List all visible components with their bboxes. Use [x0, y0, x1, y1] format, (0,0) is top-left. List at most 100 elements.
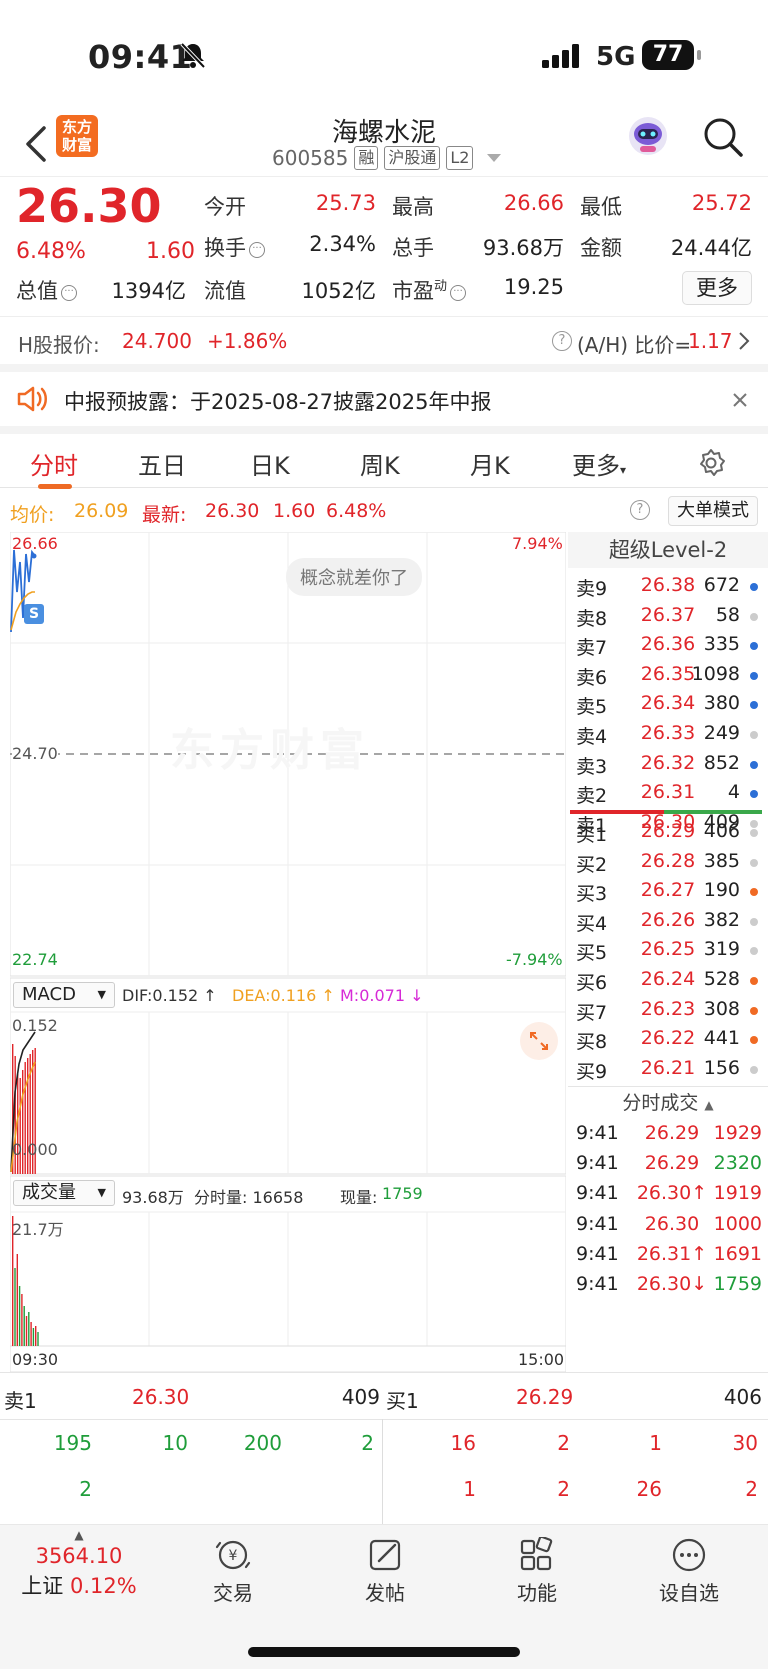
- volume-bar: [32, 1328, 35, 1346]
- value-volume: 93.68万: [482, 236, 564, 260]
- concept-badge[interactable]: 概念就差你了: [286, 558, 422, 596]
- label-float-cap: 流值: [204, 279, 246, 303]
- ask-row[interactable]: 卖4 26.33 249: [568, 722, 764, 753]
- volume-now: 1759: [382, 1184, 423, 1203]
- label-market-cap[interactable]: 总值 ···: [16, 275, 77, 305]
- speaker-icon: [17, 386, 47, 412]
- tab-more[interactable]: 更多▾: [572, 446, 626, 481]
- chevron-down-icon[interactable]: [487, 154, 502, 162]
- index-widget[interactable]: ▲ 3564.10 上证 0.12%: [0, 1529, 158, 1601]
- h-share-row[interactable]: H股报价: 24.700 +1.86% ? (A/H) 比价= 1.17: [0, 316, 768, 364]
- robot-assistant-icon[interactable]: [626, 114, 670, 158]
- bid-volume: 406: [703, 820, 740, 842]
- tick-volume: 2320: [713, 1152, 762, 1175]
- chevron-right-icon[interactable]: [738, 331, 750, 351]
- ask-price: 26.33: [640, 722, 696, 744]
- bid-row[interactable]: 买7 26.23 308: [568, 998, 764, 1029]
- volume-selector[interactable]: 成交量 ▼: [13, 1180, 115, 1206]
- gear-icon[interactable]: [696, 448, 726, 478]
- ask-row[interactable]: 卖6 26.35 1098: [568, 663, 764, 694]
- bid-price: 26.29: [640, 820, 696, 842]
- ask-row[interactable]: 卖8 26.37 58: [568, 604, 764, 635]
- latest-price: 26.30: [205, 500, 260, 522]
- bid-row[interactable]: 买2 26.28 385: [568, 850, 764, 881]
- intraday-chart[interactable]: 26.66 7.94% 24.70 22.74 -7.94% 概念就差你了 东方…: [10, 532, 566, 1372]
- latest-percent: 6.48%: [326, 500, 387, 522]
- bid-level-label: 买3: [576, 883, 608, 906]
- label-amount: 金额: [580, 236, 622, 260]
- ticks-title[interactable]: 分时成交 ▲: [568, 1088, 768, 1118]
- bid-row[interactable]: 买6 26.24 528: [568, 968, 764, 999]
- value-turnover: 2.34%: [309, 232, 376, 256]
- nav-trade[interactable]: ¥ 交易: [178, 1537, 288, 1606]
- tab-daily-k[interactable]: 日K: [250, 446, 290, 481]
- volume-bar: [37, 1332, 39, 1346]
- market-cap-text: 总值: [16, 279, 58, 303]
- bottom-ask-label: 卖1: [4, 1389, 37, 1413]
- bid-row[interactable]: 买9 26.21 156: [568, 1057, 764, 1088]
- queue-cell: 1: [463, 1477, 476, 1501]
- home-indicator[interactable]: [248, 1647, 520, 1657]
- tick-volume: 1929: [713, 1122, 762, 1144]
- order-dot-icon: [750, 731, 758, 739]
- queue-cell: 30: [732, 1431, 758, 1455]
- queue-cell: 2: [557, 1477, 570, 1501]
- bid-volume: 319: [703, 938, 740, 961]
- ask-row[interactable]: 卖2 26.31 4: [568, 781, 764, 812]
- ask-price: 26.36: [640, 633, 696, 656]
- ask-price: 26.37: [640, 603, 696, 626]
- nav-functions[interactable]: 功能: [482, 1537, 592, 1606]
- search-icon[interactable]: [702, 116, 744, 158]
- level2-title[interactable]: 超级Level-2: [568, 532, 768, 568]
- tick-price: 26.29: [644, 1122, 700, 1144]
- nav-post-label: 发帖: [365, 1581, 405, 1605]
- order-dot-icon: [750, 888, 758, 897]
- macd-selector[interactable]: MACD ▼: [13, 982, 115, 1008]
- volume-bar: [23, 1306, 25, 1346]
- change-value: 1.60: [146, 239, 195, 264]
- tick-time: 9:41: [576, 1242, 619, 1265]
- bid-row[interactable]: 买5 26.25 319: [568, 938, 764, 969]
- ask-price: 26.38: [640, 574, 696, 596]
- quote-panel: 26.30 6.48% 1.60 今开 25.73 最高 26.66 最低 25…: [0, 176, 768, 316]
- tab-monthly-k[interactable]: 月K: [470, 446, 510, 481]
- bid-row[interactable]: 买4 26.26 382: [568, 909, 764, 940]
- level2-orderbook: 超级Level-2 卖9 26.38 672 卖8 26.37 58 卖7 26.36 335 卖…: [568, 532, 768, 1372]
- notice-banner[interactable]: 中报预披露：于2025-08-27披露2025年中报: [0, 364, 768, 426]
- bid-volume: 528: [703, 968, 740, 990]
- bid-row[interactable]: 买1 26.29 406: [568, 820, 764, 851]
- queue-cell: 2: [745, 1477, 758, 1501]
- big-order-mode-button[interactable]: 大单模式: [668, 496, 758, 526]
- close-icon[interactable]: [732, 392, 748, 408]
- grid-icon: [520, 1537, 553, 1571]
- index-value: 3564.10: [35, 1544, 123, 1568]
- ask-row[interactable]: 卖5 26.34 380: [568, 692, 764, 723]
- ask-row[interactable]: 卖3 26.32 852: [568, 752, 764, 783]
- ask-level-label: 卖5: [576, 696, 608, 719]
- ah-ratio-label: (A/H) 比价=: [577, 333, 692, 357]
- tab-intraday[interactable]: 分时: [30, 446, 78, 481]
- bid-row[interactable]: 买8 26.22 441: [568, 1027, 764, 1058]
- help-icon[interactable]: ?: [630, 500, 650, 520]
- tick-price: 26.30↓: [636, 1273, 708, 1295]
- stock-subtitle[interactable]: 600585 融 沪股通 L2: [272, 146, 502, 170]
- ask-row[interactable]: 卖9 26.38 672: [568, 574, 764, 605]
- help-icon[interactable]: ?: [552, 331, 572, 351]
- bottom-ask-price: 26.30: [132, 1385, 190, 1409]
- ask-row[interactable]: 卖7 26.36 335: [568, 633, 764, 664]
- ask-level-label: 卖4: [576, 726, 608, 748]
- nav-add-watchlist[interactable]: 设自选: [634, 1537, 744, 1606]
- time-end: 15:00: [518, 1350, 565, 1369]
- more-button[interactable]: 更多: [682, 271, 752, 305]
- bid-price: 26.22: [640, 1027, 696, 1050]
- tab-five-day[interactable]: 五日: [138, 446, 186, 481]
- tab-weekly-k[interactable]: 周K: [360, 446, 400, 481]
- sell-marker-icon[interactable]: S: [24, 604, 44, 624]
- bid-row[interactable]: 买3 26.27 190: [568, 879, 764, 910]
- label-turnover[interactable]: 换手 ···: [204, 232, 265, 262]
- expand-icon[interactable]: [520, 1022, 558, 1060]
- nav-post[interactable]: 发帖: [330, 1537, 440, 1606]
- info-icon[interactable]: ···: [61, 285, 77, 301]
- index-percent: 0.12%: [69, 1574, 137, 1598]
- volume-bar: [25, 1316, 28, 1346]
